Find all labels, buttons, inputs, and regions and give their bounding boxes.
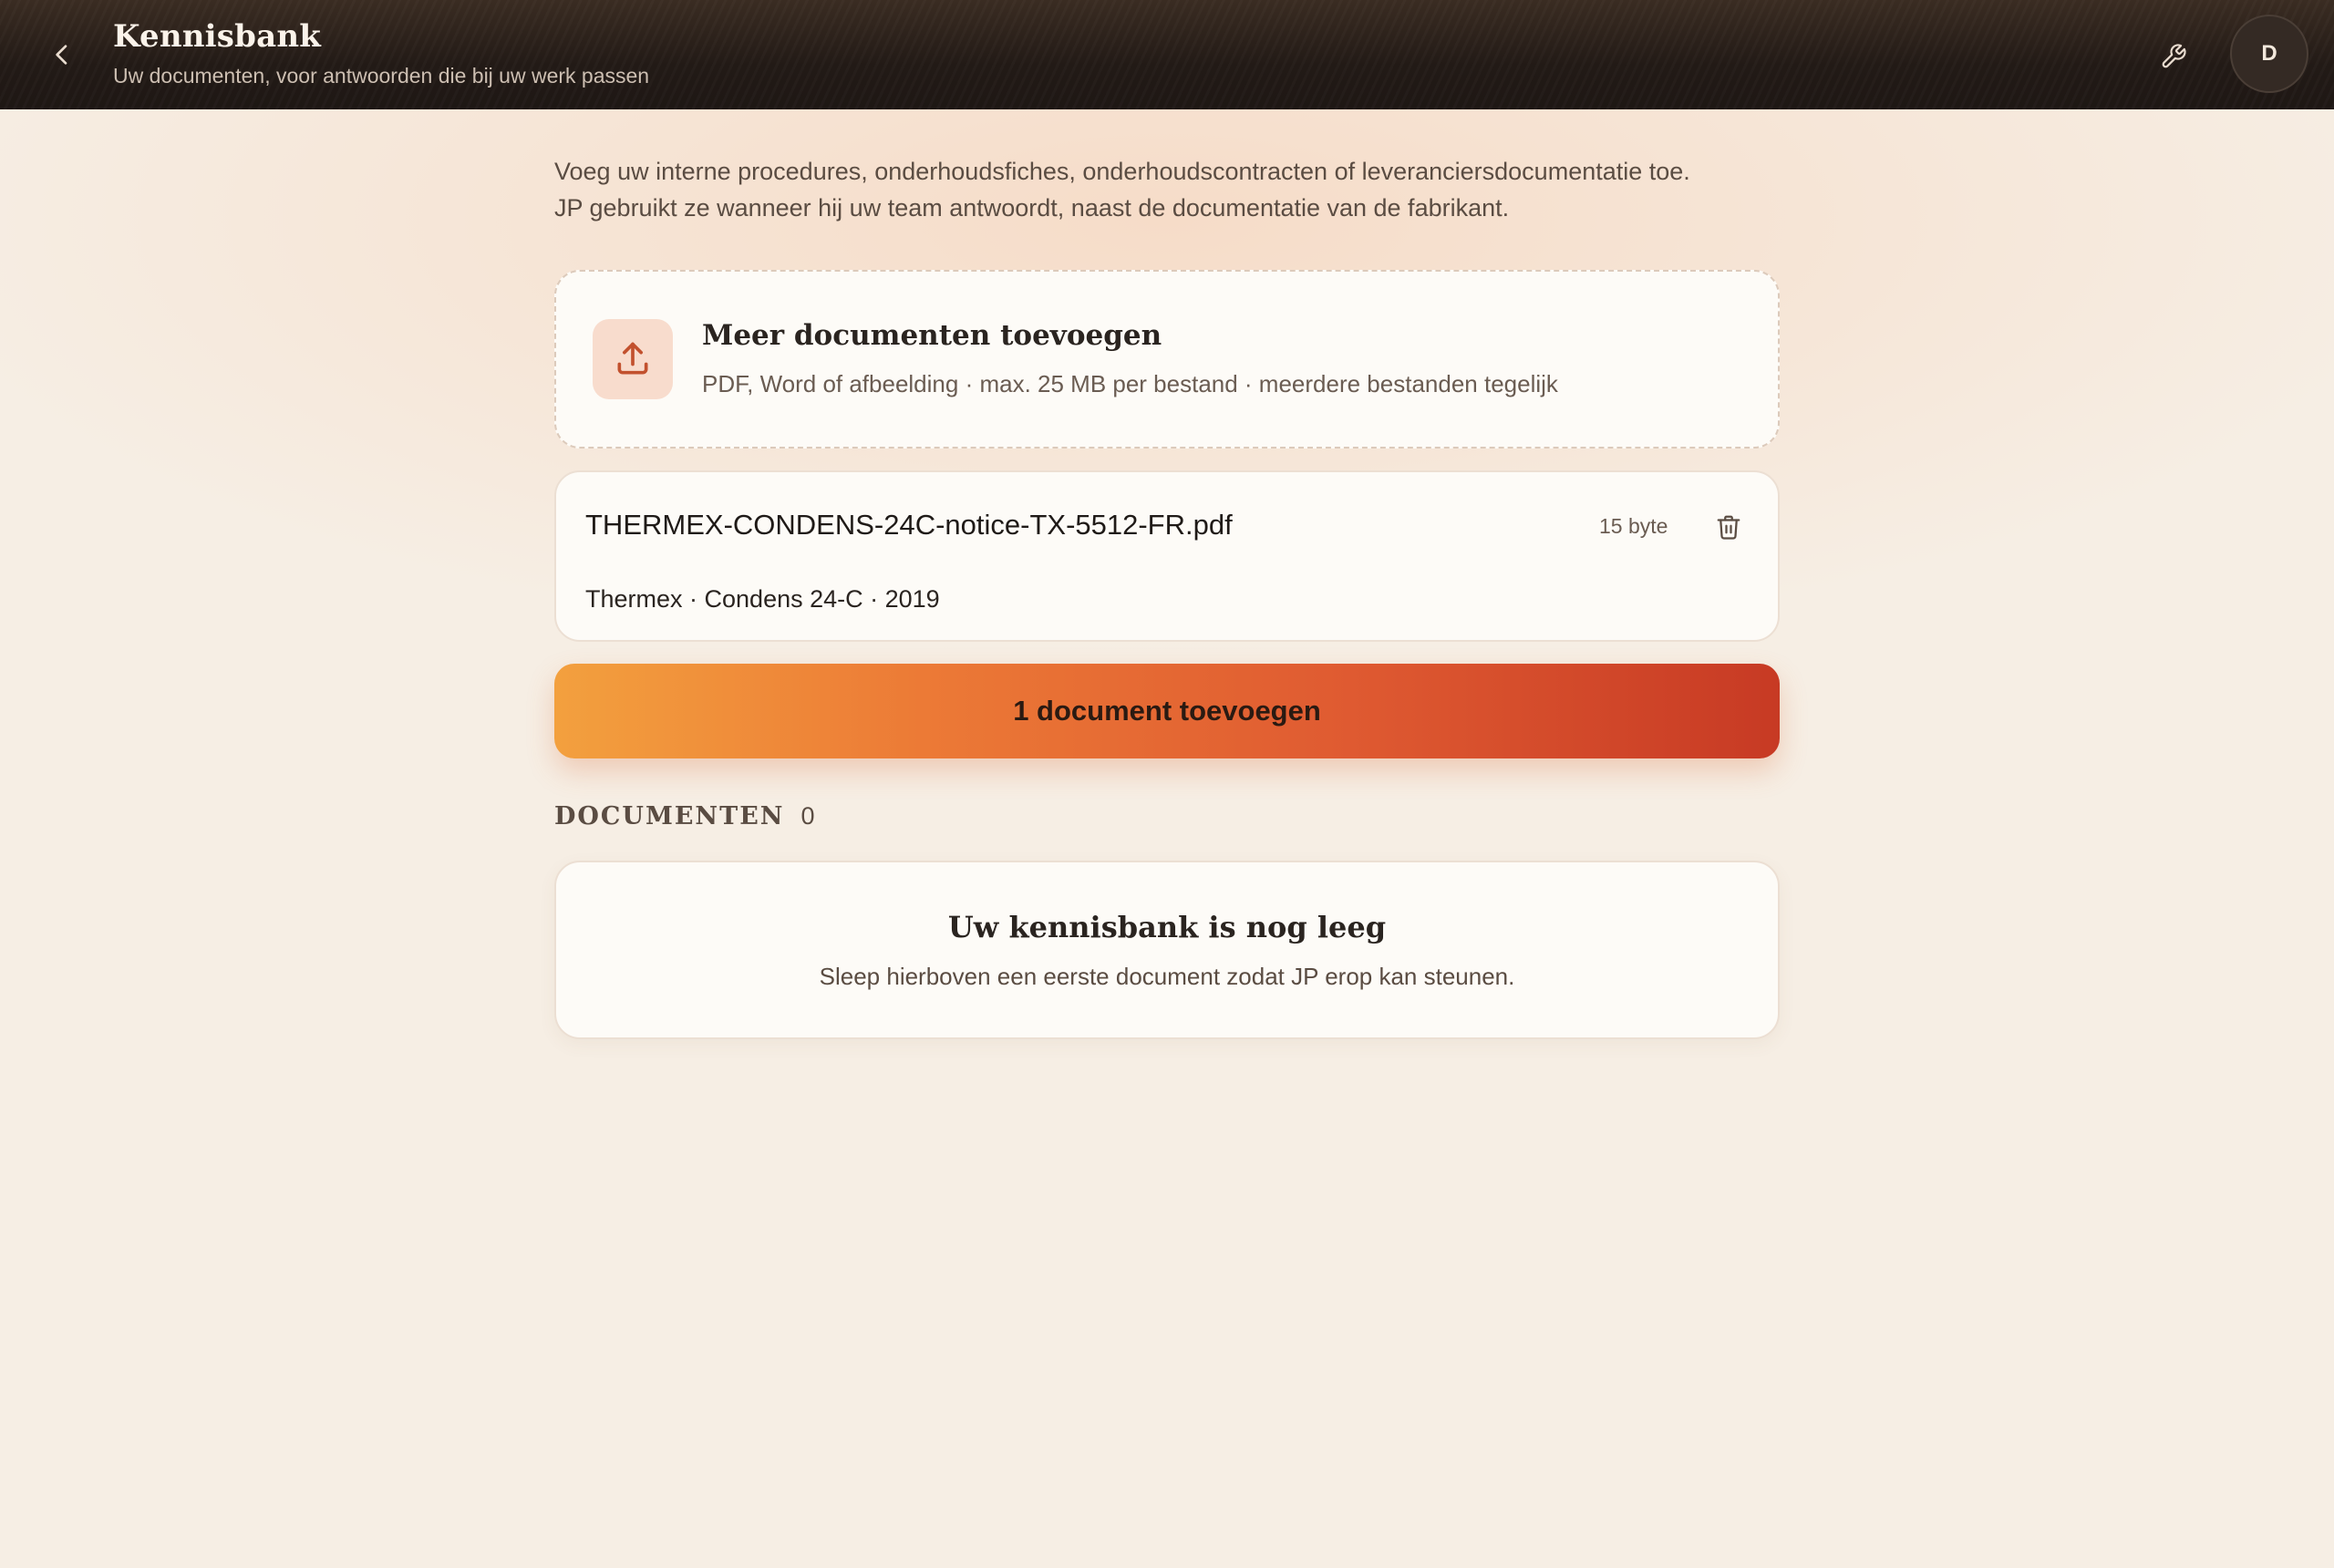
upload-hint: PDF, Word of afbeelding · max. 25 MB per…	[702, 370, 1558, 397]
intro-line-2: JP gebruikt ze wanneer hij uw team antwo…	[554, 194, 1510, 222]
wrench-icon	[2162, 44, 2186, 68]
file-metadata: Thermex · Condens 24-C · 2019	[585, 585, 940, 613]
intro-line-1: Voeg uw interne procedures, onderhoudsfi…	[554, 158, 1690, 185]
upload-dropzone[interactable]: Meer documenten toevoegen PDF, Word of a…	[554, 270, 1780, 449]
documents-section-header: DOCUMENTEN 0	[554, 802, 815, 830]
upload-icon-badge	[593, 319, 673, 399]
avatar[interactable]: D	[2230, 15, 2308, 93]
add-documents-button[interactable]: 1 document toevoegen	[554, 664, 1780, 758]
upload-title: Meer documenten toevoegen	[702, 319, 1162, 352]
back-button[interactable]	[40, 33, 84, 77]
documents-count: 0	[800, 802, 815, 830]
delete-file-button[interactable]	[1709, 507, 1749, 547]
upload-icon	[617, 342, 648, 375]
empty-state-hint: Sleep hierboven een eerste document zoda…	[819, 963, 1515, 990]
documents-label: DOCUMENTEN	[554, 802, 785, 830]
pending-file-card: THERMEX-CONDENS-24C-notice-TX-5512-FR.pd…	[554, 470, 1780, 642]
file-name: THERMEX-CONDENS-24C-notice-TX-5512-FR.pd…	[585, 509, 1233, 541]
page-subtitle: Uw documenten, voor antwoorden die bij u…	[113, 64, 650, 88]
empty-state-title: Uw kennisbank is nog leeg	[947, 910, 1387, 944]
top-bar: Kennisbank Uw documenten, voor antwoorde…	[0, 0, 2334, 109]
avatar-initial: D	[2261, 41, 2277, 66]
settings-button[interactable]	[2152, 35, 2195, 78]
intro-text: Voeg uw interne procedures, onderhoudsfi…	[554, 153, 1776, 226]
chevron-left-icon	[56, 45, 67, 65]
page-title: Kennisbank	[113, 18, 322, 55]
file-size: 15 byte	[1599, 514, 1668, 538]
trash-icon	[1717, 515, 1740, 540]
empty-state-card: Uw kennisbank is nog leeg Sleep hierbove…	[554, 861, 1780, 1039]
